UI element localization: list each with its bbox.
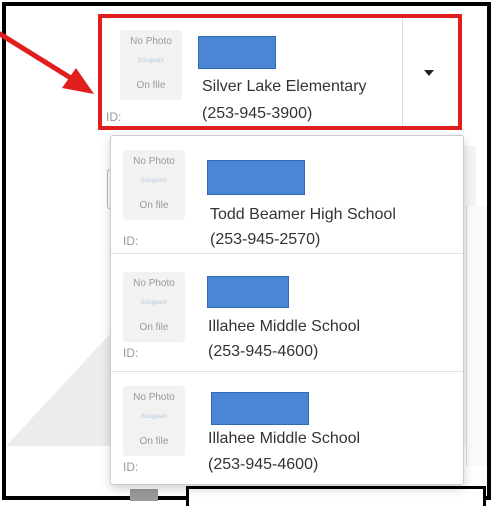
list-item[interactable]: No Photo Edugeant On file ID: Todd Beame… <box>111 136 463 254</box>
no-photo-placeholder: No Photo Edugeant On file <box>120 30 182 100</box>
red-arrow-icon <box>0 31 94 94</box>
school-name: Silver Lake Elementary <box>202 78 367 95</box>
school-name: Illahee Middle School <box>208 430 361 447</box>
school-selector[interactable]: No Photo Edugeant On file ID: Silver Lak… <box>98 14 462 130</box>
school-name: Todd Beamer High School <box>210 206 396 223</box>
id-label: ID: <box>123 346 139 360</box>
on-file-label: On file <box>136 80 166 91</box>
on-file-label: On file <box>139 436 169 447</box>
no-photo-label: No Photo <box>130 36 172 47</box>
redacted-name <box>207 160 305 195</box>
no-photo-label: No Photo <box>133 278 175 289</box>
school-dropdown-list: No Photo Edugeant On file ID: Todd Beame… <box>110 135 464 485</box>
on-file-label: On file <box>139 322 169 333</box>
background-button <box>130 489 158 501</box>
redacted-name <box>211 392 309 425</box>
logo-watermark: Edugeant <box>141 414 167 420</box>
logo-watermark: Edugeant <box>141 178 167 184</box>
on-file-label: On file <box>139 200 169 211</box>
divider <box>402 18 403 126</box>
logo-watermark: Edugeant <box>141 300 167 306</box>
no-photo-label: No Photo <box>133 156 175 167</box>
caret-down-icon[interactable] <box>424 70 434 76</box>
redacted-name <box>207 276 289 308</box>
no-photo-placeholder: No Photo Edugeant On file <box>123 150 185 220</box>
school-phone: (253-945-3900) <box>202 105 313 122</box>
school-phone: (253-945-4600) <box>208 343 319 360</box>
list-item[interactable]: No Photo Edugeant On file ID: Illahee Mi… <box>111 254 463 372</box>
school-phone: (253-945-4600) <box>208 456 319 473</box>
background-column <box>466 206 487 466</box>
id-label: ID: <box>123 460 139 474</box>
school-name: Illahee Middle School <box>208 318 361 335</box>
redacted-name <box>198 36 276 69</box>
id-label: ID: <box>106 110 122 124</box>
no-photo-label: No Photo <box>133 392 175 403</box>
list-item[interactable]: No Photo Edugeant On file ID: Illahee Mi… <box>111 372 463 490</box>
logo-watermark: Edugeant <box>138 58 164 64</box>
no-photo-placeholder: No Photo Edugeant On file <box>123 386 185 456</box>
no-photo-placeholder: No Photo Edugeant On file <box>123 272 185 342</box>
id-label: ID: <box>123 234 139 248</box>
school-phone: (253-945-2570) <box>210 231 321 248</box>
